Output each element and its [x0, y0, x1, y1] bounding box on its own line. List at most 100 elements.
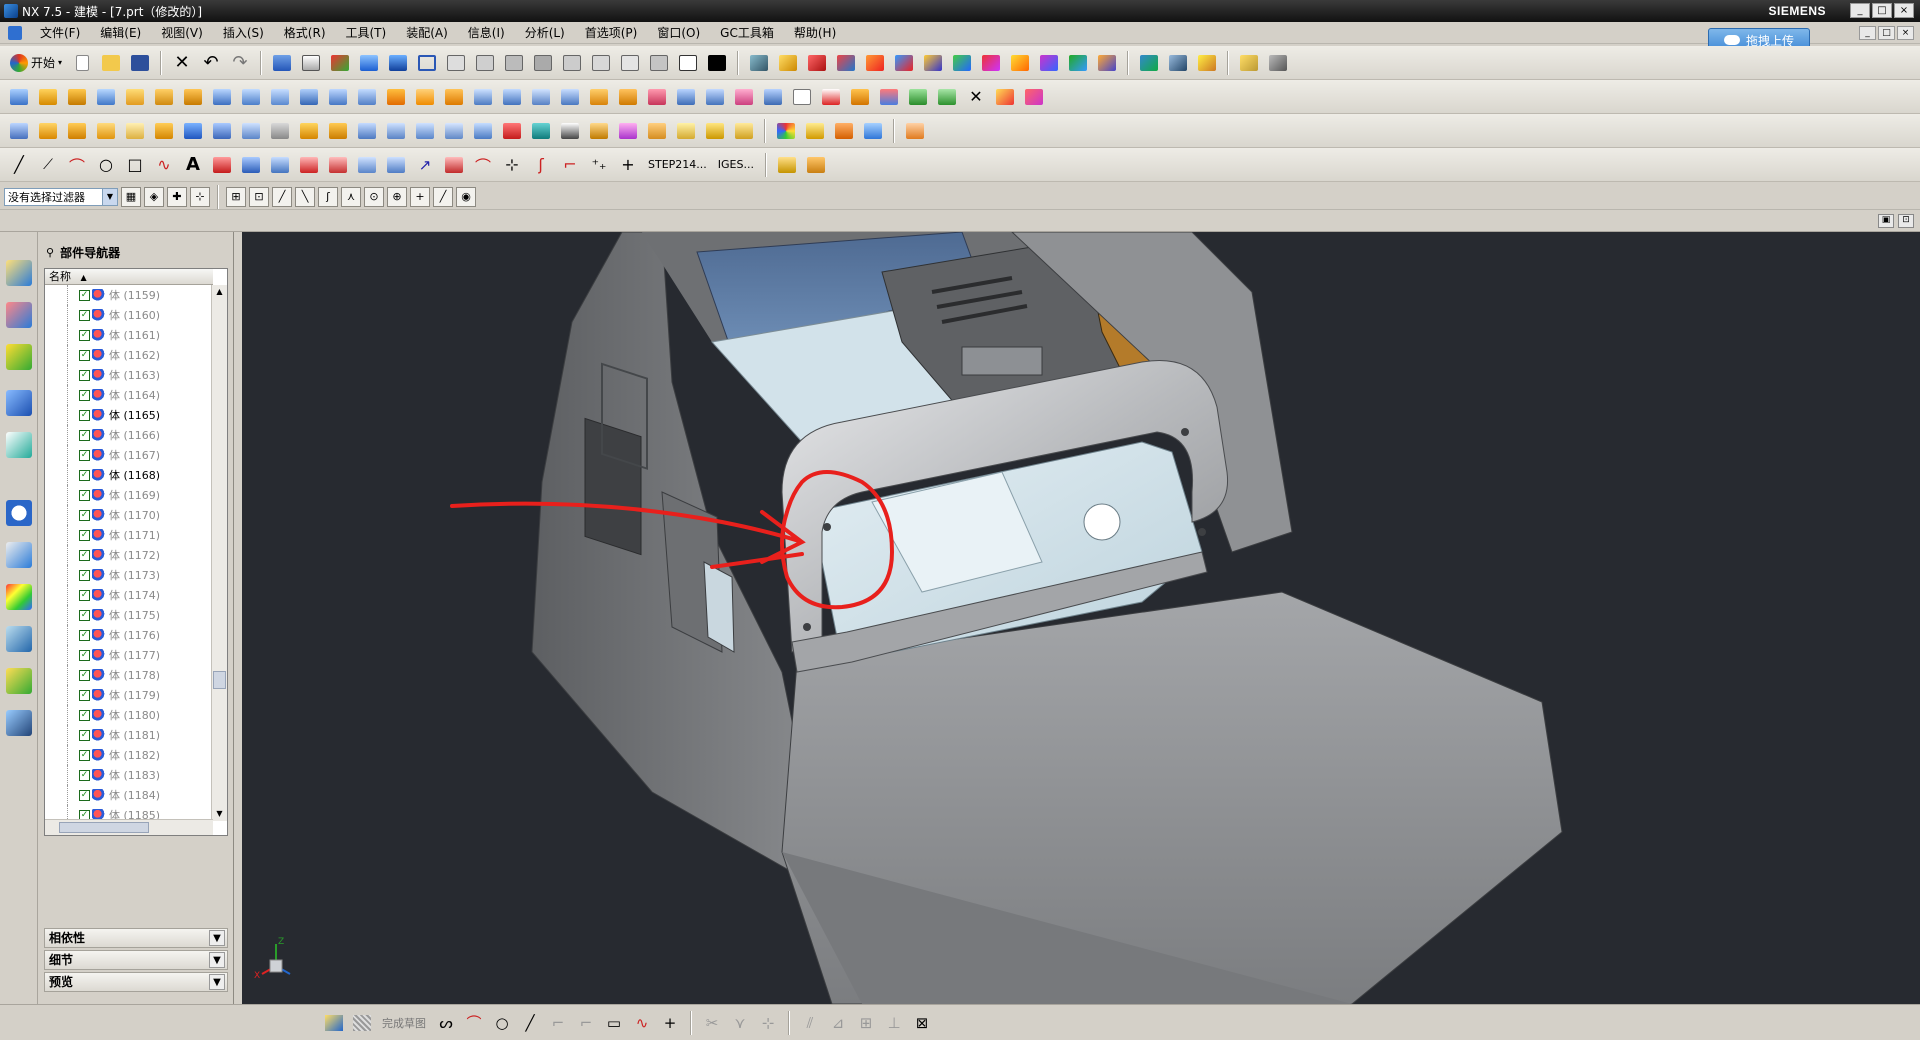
tree-row[interactable]: ✓ 体 (1172)	[45, 545, 227, 565]
new-file-button[interactable]	[69, 50, 95, 76]
snap-intersection-button[interactable]: ⋏	[341, 186, 361, 207]
tree-row[interactable]: ✓ 体 (1173)	[45, 565, 227, 585]
view-top-button[interactable]	[472, 50, 498, 76]
visibility-checkbox[interactable]: ✓	[79, 669, 90, 681]
tree-row[interactable]: ✓ 体 (1160)	[45, 305, 227, 325]
fillet-sketch-button[interactable]: ⌐	[546, 1011, 570, 1035]
block-button[interactable]	[93, 84, 119, 110]
hd3d-tools-tab[interactable]	[6, 390, 32, 416]
material-button[interactable]	[831, 118, 857, 144]
tree-row[interactable]: ✓ 体 (1178)	[45, 665, 227, 685]
visibility-checkbox[interactable]: ✓	[79, 689, 90, 701]
select-all-button[interactable]: ✚	[167, 186, 187, 207]
sketch-more-button[interactable]: ⊠	[910, 1011, 934, 1035]
snap-arc-button[interactable]: ╲	[295, 186, 315, 207]
visual-effects-button[interactable]	[902, 118, 928, 144]
cone-surface-button[interactable]	[209, 118, 235, 144]
visibility-checkbox[interactable]: ✓	[79, 509, 90, 521]
tree-row[interactable]: ✓ 体 (1159)	[45, 285, 227, 305]
assembly-navigator-tab[interactable]	[6, 302, 32, 328]
explode-button[interactable]	[1094, 50, 1120, 76]
show-button[interactable]	[586, 118, 612, 144]
tree-row[interactable]: ✓ 体 (1166)	[45, 425, 227, 445]
basic-curves-button[interactable]: ⟋	[35, 152, 61, 178]
ruled-button[interactable]	[35, 118, 61, 144]
pocket-button[interactable]	[267, 84, 293, 110]
wcs-button[interactable]	[298, 50, 324, 76]
cylinder-button[interactable]	[122, 84, 148, 110]
component-button[interactable]	[1036, 50, 1062, 76]
tree-row[interactable]: ✓ 体 (1175)	[45, 605, 227, 625]
visibility-checkbox[interactable]: ✓	[79, 389, 90, 401]
save-button[interactable]	[127, 50, 153, 76]
hole-button[interactable]	[209, 84, 235, 110]
lighting-button[interactable]	[802, 118, 828, 144]
sheet-metal-button[interactable]	[803, 152, 829, 178]
pattern-sketch-button[interactable]: ⊞	[854, 1011, 878, 1035]
system-materials-tab[interactable]	[6, 542, 32, 568]
delete-body-button[interactable]: ✕	[963, 84, 989, 110]
thicken-button[interactable]	[702, 84, 728, 110]
measure-distance-button[interactable]	[891, 50, 917, 76]
menu-analysis[interactable]: 分析(L)	[515, 22, 575, 44]
snap-on-curve-button[interactable]: ╱	[433, 186, 453, 207]
arc-button[interactable]: ⌒	[64, 152, 90, 178]
sewing-button[interactable]	[470, 118, 496, 144]
maximize-button[interactable]: □	[1872, 3, 1892, 18]
draft-analysis-button[interactable]	[1021, 84, 1047, 110]
layer-button[interactable]	[269, 50, 295, 76]
type-filter-select[interactable]: 没有选择过滤器 ▼	[4, 187, 118, 206]
visibility-checkbox[interactable]: ✓	[79, 709, 90, 721]
open-button[interactable]	[98, 50, 124, 76]
blend-face-button[interactable]	[412, 118, 438, 144]
menu-preferences[interactable]: 首选项(P)	[575, 22, 648, 44]
menu-help[interactable]: 帮助(H)	[784, 22, 846, 44]
quick-extend-button[interactable]: ⋎	[728, 1011, 752, 1035]
constraint-button[interactable]	[1065, 50, 1091, 76]
doc-close-button[interactable]: ×	[1897, 26, 1914, 40]
sew-button[interactable]	[760, 84, 786, 110]
horizontal-scrollbar[interactable]	[45, 819, 213, 835]
visibility-checkbox[interactable]: ✓	[79, 309, 90, 321]
selection-scope-button[interactable]: ▦	[121, 186, 141, 207]
boss-button[interactable]	[238, 84, 264, 110]
spline-button[interactable]: ∿	[151, 152, 177, 178]
tree-row[interactable]: ✓ 体 (1183)	[45, 765, 227, 785]
tree-row[interactable]: ✓ 体 (1180)	[45, 705, 227, 725]
cone-button[interactable]	[151, 84, 177, 110]
rectangle-sketch-button[interactable]: ▭	[602, 1011, 626, 1035]
slot-button[interactable]	[325, 84, 351, 110]
sketch-button[interactable]	[6, 84, 32, 110]
offset-surface-button[interactable]	[296, 118, 322, 144]
manufacturing-wizard-tab[interactable]	[6, 626, 32, 652]
trim-curve-button[interactable]	[441, 152, 467, 178]
vertical-scrollbar[interactable]: ▲ ▼	[211, 285, 227, 821]
snap-endpoint-button[interactable]: ⊞	[226, 186, 246, 207]
visibility-checkbox[interactable]: ✓	[79, 589, 90, 601]
scroll-up-icon[interactable]: ▲	[212, 285, 227, 299]
snap-midpoint-button[interactable]: ⊡	[249, 186, 269, 207]
tree-row[interactable]: ✓ 体 (1169)	[45, 485, 227, 505]
project-curve-button[interactable]	[238, 152, 264, 178]
tube-button[interactable]	[238, 118, 264, 144]
sphere-button[interactable]	[180, 84, 206, 110]
make-corner-button[interactable]: ⊹	[756, 1011, 780, 1035]
trim-sheet-button[interactable]	[325, 118, 351, 144]
snap-button[interactable]	[978, 50, 1004, 76]
start-button[interactable]: 开始 ▾	[6, 50, 66, 76]
menu-assembly[interactable]: 装配(A)	[396, 22, 458, 44]
subtract-button[interactable]	[412, 84, 438, 110]
reuse-library-tab[interactable]	[6, 344, 32, 370]
black-bg-button[interactable]	[704, 50, 730, 76]
menu-file[interactable]: 文件(F)	[30, 22, 90, 44]
undo-button[interactable]: ↶	[198, 50, 224, 76]
visibility-checkbox[interactable]: ✓	[79, 769, 90, 781]
visibility-checkbox[interactable]: ✓	[79, 749, 90, 761]
shell-button[interactable]	[528, 84, 554, 110]
pad-button[interactable]	[296, 84, 322, 110]
cylinder-surface-button[interactable]	[267, 118, 293, 144]
tree-row[interactable]: ✓ 体 (1181)	[45, 725, 227, 745]
hide-button[interactable]	[557, 118, 583, 144]
draft-button[interactable]	[557, 84, 583, 110]
move-object-button[interactable]	[862, 50, 888, 76]
